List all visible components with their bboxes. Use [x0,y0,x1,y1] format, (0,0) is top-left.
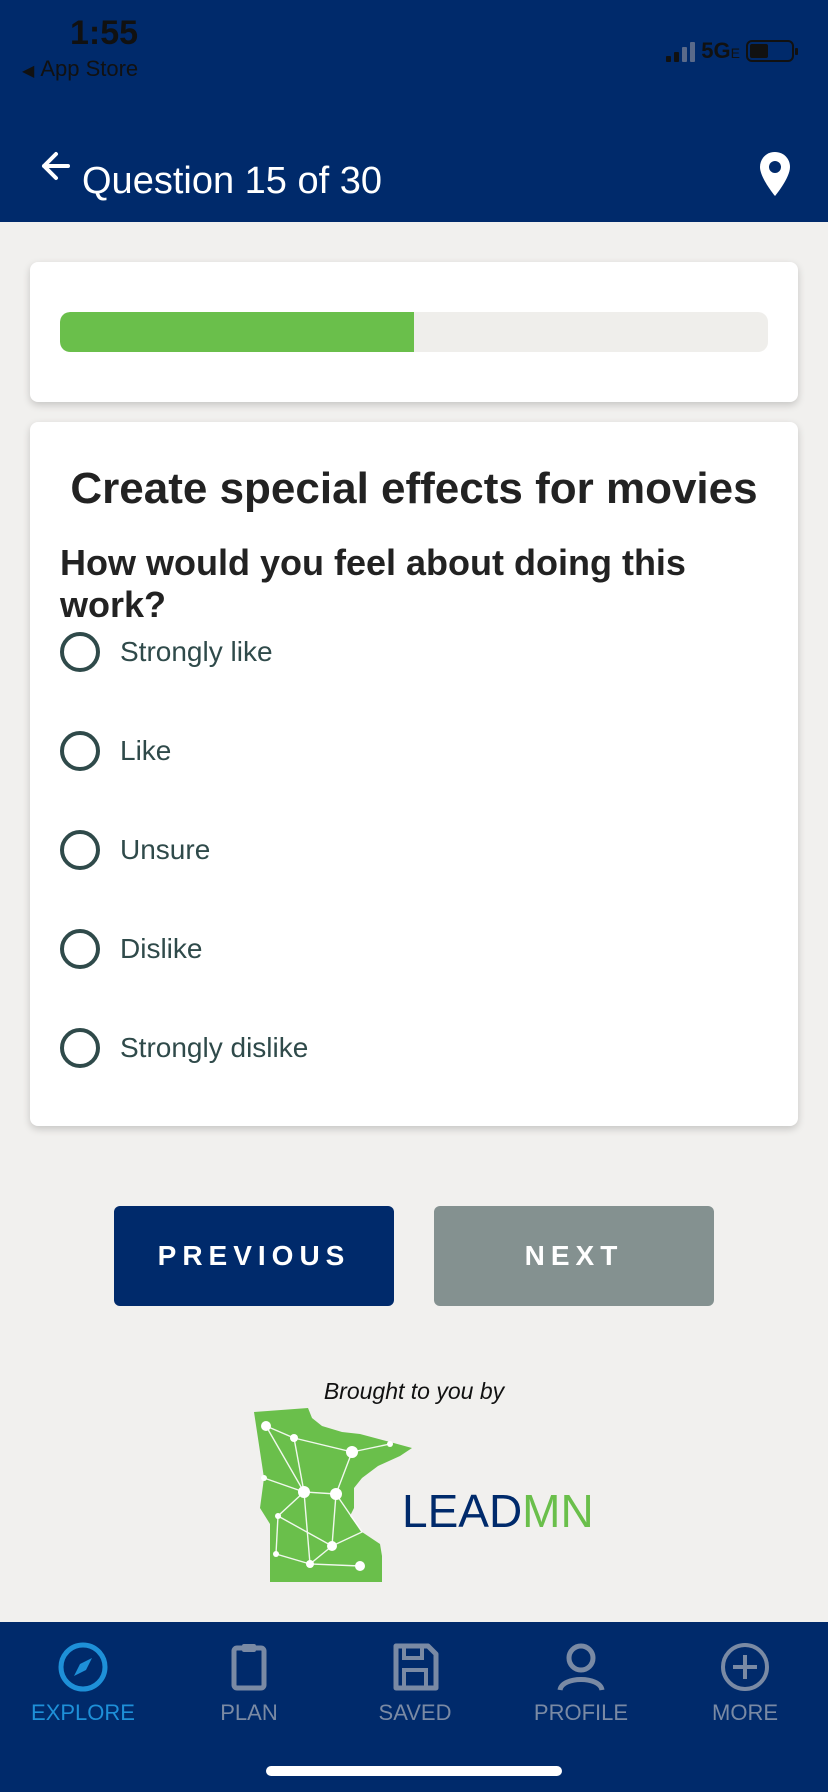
option-like[interactable]: Like [60,701,760,800]
tab-explore[interactable]: EXPLORE [0,1640,166,1726]
back-app-label: App Store [40,56,139,81]
option-strongly-like[interactable]: Strongly like [60,602,760,701]
status-indicators: 5GE [666,38,798,64]
tab-label: PLAN [220,1700,278,1725]
next-button[interactable]: NEXT [434,1206,714,1306]
home-indicator[interactable] [266,1766,562,1776]
tab-saved[interactable]: SAVED [332,1640,498,1726]
radio-button[interactable] [60,1027,100,1068]
tab-label: SAVED [378,1700,452,1725]
map-pin-icon[interactable] [758,150,792,198]
option-unsure[interactable]: Unsure [60,800,760,899]
clipboard-icon [231,1644,267,1691]
network-label: 5GE [701,38,740,63]
compass-icon [58,1642,108,1692]
answer-options: Strongly like Like Unsure Dislike Strong… [60,602,760,1097]
tab-more[interactable]: MORE [662,1640,828,1726]
question-card: Create special effects for movies How wo… [30,422,798,1126]
tab-label: MORE [712,1700,778,1725]
radio-button[interactable] [60,928,100,969]
app-header: Question 15 of 30 [0,120,828,222]
progress-bar [60,312,768,352]
signal-icon [666,40,696,62]
battery-icon [746,40,798,62]
option-label: Strongly like [120,635,273,667]
radio-button[interactable] [60,631,100,672]
radio-button[interactable] [60,730,100,771]
option-label: Dislike [120,932,203,964]
progress-card [30,262,798,402]
tab-plan[interactable]: PLAN [166,1640,332,1726]
minnesota-map-logo [254,1408,412,1582]
tab-profile[interactable]: PROFILE [498,1640,664,1726]
status-bar: 1:55 ◀ App Store 5GE [0,0,828,120]
status-time: 1:55 [70,14,139,52]
radio-button[interactable] [60,829,100,870]
floppy-disk-icon [393,1643,439,1691]
tab-label: EXPLORE [31,1700,135,1725]
arrow-left-icon[interactable] [34,146,74,186]
option-label: Like [120,734,172,766]
back-triangle-icon: ◀ [22,63,35,80]
leadmn-logo-text: LEADMN [402,1485,594,1537]
previous-button[interactable]: PREVIOUS [114,1206,394,1306]
option-strongly-dislike[interactable]: Strongly dislike [60,998,760,1097]
sponsor-tagline: Brought to you by [323,1378,505,1404]
option-dislike[interactable]: Dislike [60,899,760,998]
back-to-app-store-link[interactable]: ◀ App Store [22,56,138,82]
progress-fill [60,312,414,352]
user-icon [557,1643,605,1692]
option-label: Strongly dislike [120,1031,309,1063]
tab-label: PROFILE [533,1700,629,1725]
option-label: Unsure [120,833,211,865]
plus-circle-icon [721,1643,769,1691]
activity-title: Create special effects for movies [70,464,758,513]
page-title: Question 15 of 30 [82,160,382,202]
